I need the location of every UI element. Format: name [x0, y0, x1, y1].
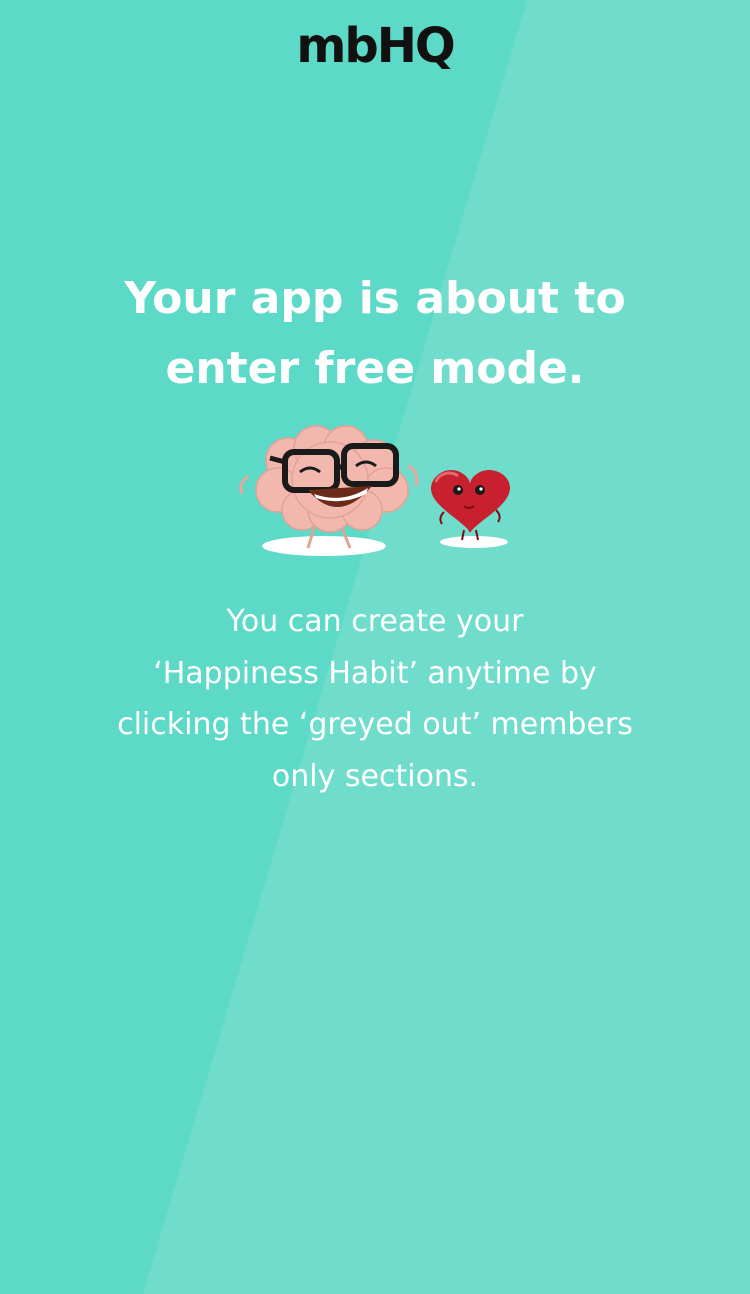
- heart-character-icon: [430, 469, 510, 548]
- brain-and-heart-illustration: [239, 425, 510, 556]
- description-line-4: only sections.: [271, 758, 479, 794]
- headline-line-1: Your app is about to: [124, 273, 626, 324]
- description-line-1: You can create your: [226, 604, 524, 639]
- description-line-2: ‘Happiness Habit’ anytime by: [153, 655, 597, 691]
- headline-line-2: enter free mode.: [165, 343, 585, 394]
- page-title: Your app is about to enter free mode.: [60, 264, 690, 404]
- free-mode-description: You can create your ‘Happiness Habit’ an…: [80, 596, 670, 802]
- brain-character-icon: [239, 425, 419, 556]
- description-line-3: clicking the ‘greyed out’ members: [117, 707, 633, 742]
- mbhq-logo: mbHQ: [296, 18, 455, 74]
